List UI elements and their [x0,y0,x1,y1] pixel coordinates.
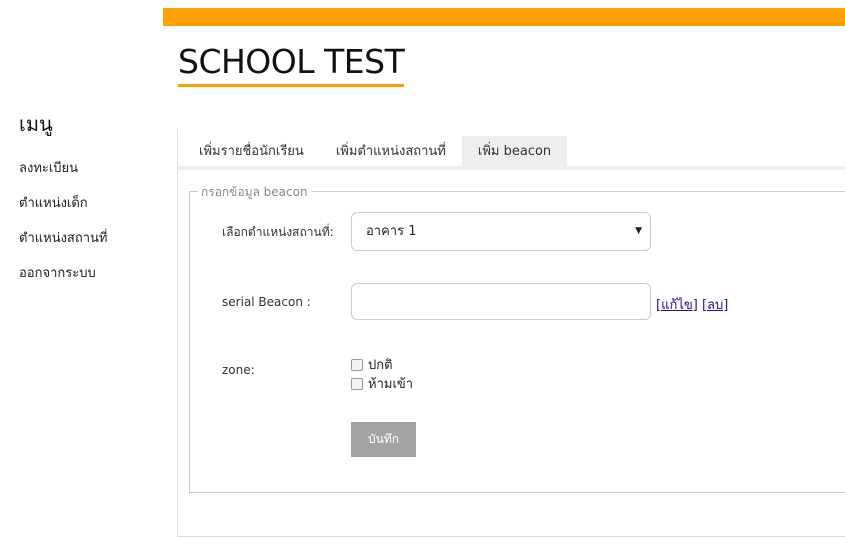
save-button[interactable]: บันทึก [351,422,416,457]
top-accent-bar [163,8,845,26]
tab-add-beacon[interactable]: เพิ่ม beacon [461,136,568,167]
restricted-label: ห้ามเข้า [368,377,414,392]
sidebar: เมนู ลงทะเบียน ตำแหน่งเด็ก ตำแหน่งสถานที… [0,0,163,537]
sidebar-item-child-location[interactable]: ตำแหน่งเด็ก [19,195,108,230]
delete-link[interactable]: [ลบ] [702,298,728,313]
location-select-value: อาคาร 1 [366,224,417,239]
normal-label: ปกติ [368,358,393,373]
fieldset-legend: กรอกข้อมูล beacon [198,183,311,202]
caret-down-icon: ▼ [635,226,642,236]
serial-actions: [แก้ไข] [ลบ] [656,294,728,315]
page-title: SCHOOL TEST [178,42,405,87]
serial-label: serial Beacon : [222,295,311,309]
zone-option-normal[interactable]: ปกติ [351,354,393,375]
location-label: เลือกตำแหน่งสถานที่: [222,225,334,239]
location-select[interactable]: อาคาร 1 ▼ [351,212,651,251]
edit-link[interactable]: [แก้ไข] [656,298,698,313]
normal-checkbox[interactable] [351,358,363,371]
menu-heading: เมนู [19,112,53,136]
zone-label: zone: [222,363,255,377]
tab-add-students[interactable]: เพิ่มรายชื่อนักเรียน [183,136,320,167]
serial-input[interactable] [351,283,651,320]
sidebar-item-register[interactable]: ลงทะเบียน [19,160,108,195]
zone-option-restricted[interactable]: ห้ามเข้า [351,373,413,394]
sidebar-menu: ลงทะเบียน ตำแหน่งเด็ก ตำแหน่งสถานที่ ออก… [19,160,108,300]
tab-divider [178,166,845,170]
tab-add-place[interactable]: เพิ่มตำแหน่งสถานที่ [320,136,462,167]
sidebar-item-logout[interactable]: ออกจากระบบ [19,265,108,300]
tab-bar: เพิ่มรายชื่อนักเรียน เพิ่มตำแหน่งสถานที่… [183,136,568,167]
sidebar-item-place-location[interactable]: ตำแหน่งสถานที่ [19,230,108,265]
restricted-checkbox[interactable] [351,377,363,390]
